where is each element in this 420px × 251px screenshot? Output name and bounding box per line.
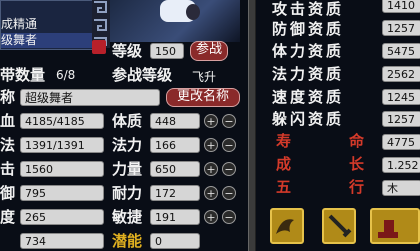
attr-label: 法力 [112,136,143,154]
carry-count-label: 带数量 [0,66,46,84]
level-label: 等级 [112,42,143,60]
plus-icon[interactable]: + [204,138,218,152]
stat-label: 血 [0,112,16,130]
attr-value: 191 [150,209,200,225]
stat-value: 1560 [20,161,104,177]
attr-value: 166 [150,137,200,153]
minus-icon[interactable]: − [222,210,236,224]
potential-label: 潜能 [112,232,143,250]
carry-count-value: 6/8 [56,68,76,82]
join-level-label: 参战等级 [112,66,173,84]
minus-icon[interactable]: − [222,114,236,128]
stat-value: 734 [20,233,104,249]
aptitude-label: 体力资质 [272,42,345,60]
element-label: 五行 [276,178,364,196]
sword-icon [328,214,352,238]
plus-icon[interactable]: + [204,210,218,224]
pet-list-item-selected[interactable]: 级舞者 [1,33,93,48]
attr-label: 敏捷 [112,208,143,226]
aptitude-value: 1410 [382,0,420,13]
stat-label: 击 [0,160,16,178]
aptitude-label: 法力资质 [272,65,345,83]
growth-value: 1.252 [382,157,420,173]
pet-figure-detail [186,4,200,20]
attr-label: 体质 [112,112,143,130]
attr-label: 力量 [112,160,143,178]
aptitude-label: 速度资质 [272,88,345,106]
stat-label: 度 [0,208,16,226]
aptitude-value: 1257 [382,20,420,36]
plus-icon[interactable]: + [204,162,218,176]
stat-label: 法 [0,136,16,154]
sword-skill-icon[interactable] [322,208,356,244]
aptitude-value: 5475 [382,43,420,59]
bird-skill-icon[interactable] [270,208,304,244]
pet-list[interactable]: 成精通 级舞者 [0,0,94,50]
stat-value: 4185/4185 [20,113,104,129]
stat-value: 795 [20,185,104,201]
aptitude-value: 1245 [382,89,420,105]
element-value: 木 [382,180,420,196]
rename-button[interactable]: 更改名称 [166,88,240,107]
attr-value: 650 [150,161,200,177]
pet-list-item[interactable] [1,1,93,16]
growth-label: 成长 [276,155,364,173]
flag-icon[interactable] [92,40,106,54]
attr-value: 448 [150,113,200,129]
attr-label: 耐力 [112,184,143,202]
battle-button[interactable]: 参战 [190,41,228,61]
aptitude-label: 防御资质 [272,20,345,38]
bird-icon [276,219,294,234]
stat-label: 御 [0,184,16,202]
join-level-value: 飞升 [192,70,217,84]
aptitude-label: 躲闪资质 [272,110,345,128]
shoes-icon [378,220,398,238]
shoes-skill-icon[interactable] [370,208,420,244]
aptitude-value: 1257 [382,111,420,127]
minus-icon[interactable]: − [222,162,236,176]
lifespan-label: 寿命 [276,132,364,150]
level-value: 150 [150,43,184,59]
potential-value: 0 [150,233,200,249]
panel-divider [248,0,256,251]
plus-icon[interactable]: + [204,186,218,200]
minus-icon[interactable]: − [222,138,236,152]
pet-name-input[interactable]: 超级舞者 [20,89,160,106]
lifespan-value: 4775 [382,134,420,150]
stat-value: 265 [20,209,104,225]
pet-list-item[interactable]: 成精通 [1,17,93,32]
attr-value: 172 [150,185,200,201]
stat-value: 1391/1391 [20,137,104,153]
name-label: 称 [0,88,16,106]
aptitude-value: 2562 [382,66,420,82]
plus-icon[interactable]: + [204,114,218,128]
aptitude-label: 攻击资质 [272,0,345,18]
minus-icon[interactable]: − [222,186,236,200]
